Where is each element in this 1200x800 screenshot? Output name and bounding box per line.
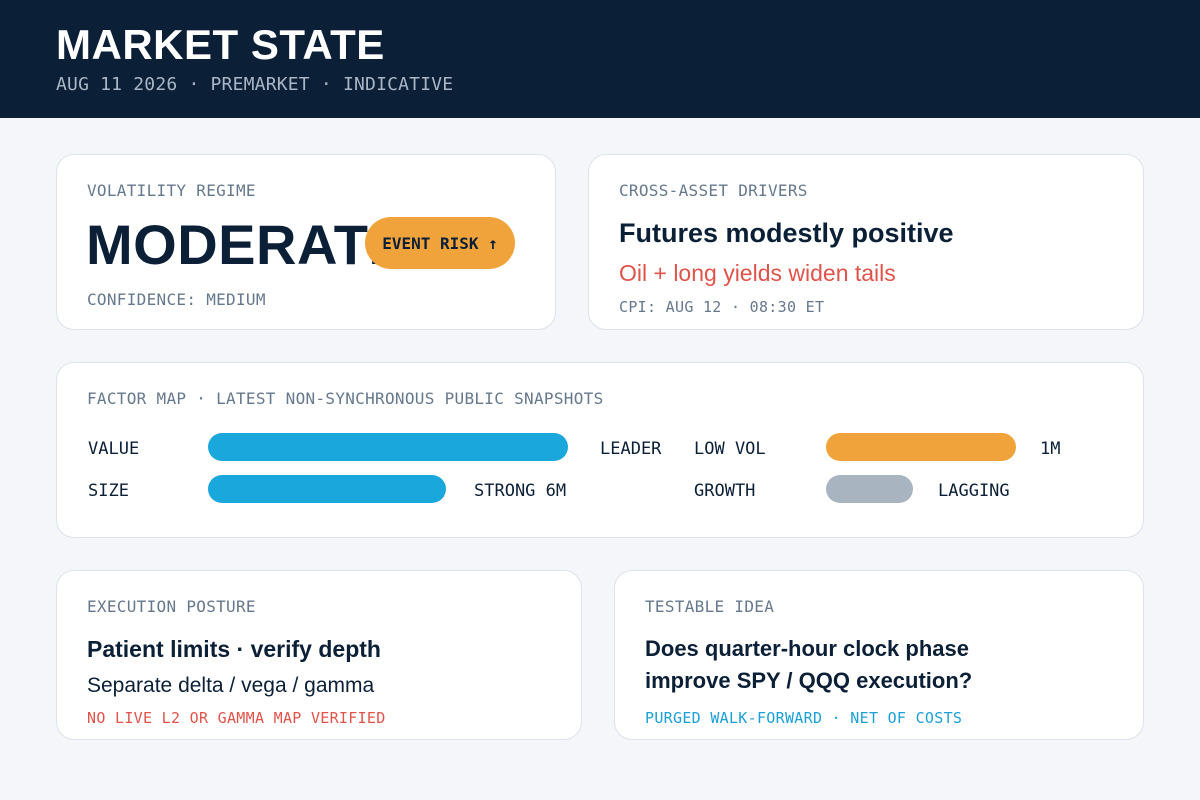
factor-value-status: LEADER — [600, 439, 662, 459]
cross-asset-risk: Oil + long yields widen tails — [619, 260, 896, 286]
factor-value-name: VALUE — [88, 439, 140, 459]
volatility-card: VOLATILITY REGIME MODERATE EVENT RISK ↑ … — [56, 154, 556, 330]
event-risk-badge: EVENT RISK ↑ — [365, 217, 515, 269]
execution-label: EXECUTION POSTURE — [87, 597, 256, 616]
confidence-label: CONFIDENCE: MEDIUM — [87, 290, 266, 309]
volatility-label: VOLATILITY REGIME — [87, 181, 256, 200]
idea-method: PURGED WALK-FORWARD · NET OF COSTS — [645, 709, 963, 727]
page-subtitle: AUG 11 2026 · PREMARKET · INDICATIVE — [56, 74, 454, 95]
execution-warning: NO LIVE L2 OR GAMMA MAP VERIFIED — [87, 709, 386, 727]
factor-growth-status: LAGGING — [938, 481, 1010, 501]
idea-line-1: Does quarter-hour clock phase — [645, 636, 969, 661]
factor-size-name: SIZE — [88, 481, 129, 501]
factor-lowvol-status: 1M — [1040, 439, 1061, 459]
factor-growth-bar — [826, 475, 913, 503]
factor-map-label: FACTOR MAP · LATEST NON-SYNCHRONOUS PUBL… — [87, 389, 604, 408]
idea-card: TESTABLE IDEA Does quarter-hour clock ph… — [614, 570, 1144, 740]
execution-headline: Patient limits · verify depth — [87, 636, 381, 662]
factor-value-bar — [208, 433, 568, 461]
execution-card: EXECUTION POSTURE Patient limits · verif… — [56, 570, 582, 740]
header-bar: MARKET STATE AUG 11 2026 · PREMARKET · I… — [0, 0, 1200, 118]
cross-asset-headline: Futures modestly positive — [619, 218, 954, 248]
idea-line-2: improve SPY / QQQ execution? — [645, 668, 973, 693]
cross-asset-label: CROSS-ASSET DRIVERS — [619, 181, 808, 200]
factor-map-card: FACTOR MAP · LATEST NON-SYNCHRONOUS PUBL… — [56, 362, 1144, 538]
idea-label: TESTABLE IDEA — [645, 597, 775, 616]
volatility-value: MODERATE — [86, 213, 407, 276]
cross-asset-card: CROSS-ASSET DRIVERS Futures modestly pos… — [588, 154, 1144, 330]
factor-size-status: STRONG 6M — [474, 481, 567, 501]
factor-size-bar — [208, 475, 446, 503]
factor-lowvol-bar — [826, 433, 1016, 461]
factor-growth-name: GROWTH — [694, 481, 756, 501]
factor-lowvol-name: LOW VOL — [694, 439, 766, 459]
cpi-event: CPI: AUG 12 · 08:30 ET — [619, 298, 825, 316]
page-title: MARKET STATE — [56, 21, 385, 68]
execution-detail: Separate delta / vega / gamma — [87, 674, 375, 697]
